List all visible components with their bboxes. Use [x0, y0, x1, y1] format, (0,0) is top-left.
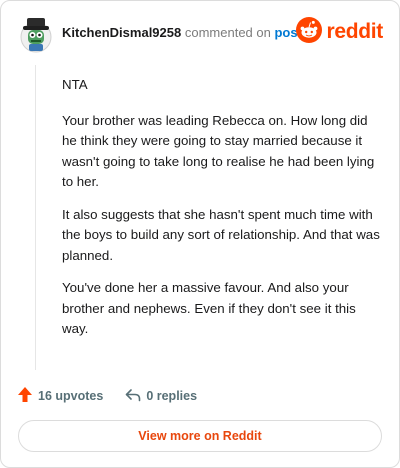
reddit-logo-icon: [296, 16, 323, 48]
reddit-brand[interactable]: reddit: [296, 16, 383, 48]
comment-paragraph: Your brother was leading Rebecca on. How…: [62, 112, 375, 190]
upvote-button[interactable]: 16 upvotes: [17, 386, 103, 406]
reply-arrow-icon: [125, 388, 141, 405]
author-line: KitchenDismal9258 commented on post: [62, 25, 302, 40]
upvote-arrow-icon: [17, 386, 33, 406]
comment-body: NTA Your brother was leading Rebecca on.…: [62, 75, 380, 352]
upvote-count: 16 upvotes: [38, 389, 104, 403]
comment-embed-card: KitchenDismal9258 commented on post redd…: [0, 0, 400, 468]
comment-paragraph: It also suggests that she hasn't spent m…: [62, 206, 380, 263]
comment-action-text: commented on: [184, 25, 271, 40]
comment-header: KitchenDismal9258 commented on post redd…: [15, 15, 385, 55]
reply-count: 0 replies: [146, 389, 198, 403]
comment-paragraph: NTA: [62, 77, 88, 92]
user-avatar-icon[interactable]: [19, 15, 53, 53]
comment-paragraph: You've done her a massive favour. And al…: [62, 280, 356, 336]
reddit-wordmark: reddit: [326, 20, 383, 43]
thread-line: [35, 65, 36, 370]
replies-button[interactable]: 0 replies: [125, 388, 197, 405]
comment-actions: 16 upvotes 0 replies: [17, 385, 197, 407]
view-more-button[interactable]: View more on Reddit: [18, 420, 382, 452]
author-username[interactable]: KitchenDismal9258: [62, 25, 181, 40]
